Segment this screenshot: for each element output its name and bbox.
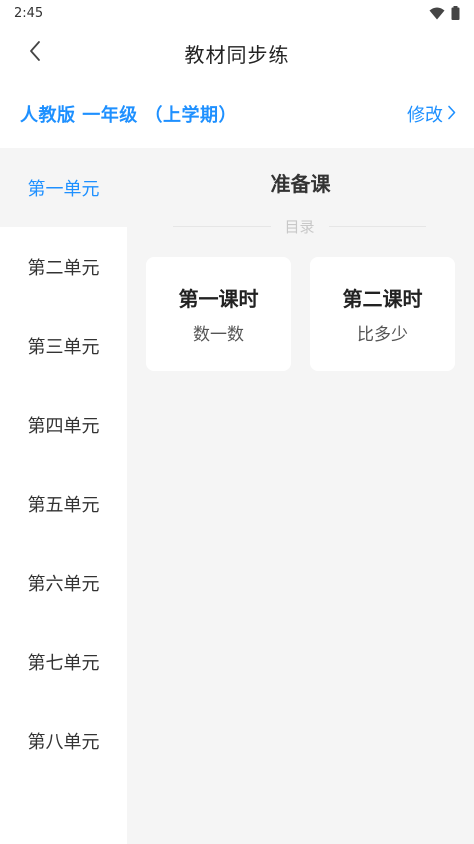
lesson-subtitle: 数一数	[193, 325, 244, 345]
sidebar-item-unit-2[interactable]: 第二单元	[0, 227, 127, 306]
lesson-title: 第二课时	[342, 287, 423, 311]
lesson-panel: 准备课 目录 第一课时 数一数 第二课时 比多少	[127, 148, 474, 844]
lesson-subtitle: 比多少	[357, 325, 408, 345]
sidebar-item-unit-6[interactable]: 第六单元	[0, 543, 127, 622]
chevron-left-icon	[28, 40, 42, 66]
lesson-card-2[interactable]: 第二课时 比多少	[310, 257, 455, 371]
toc-divider: 目录	[173, 216, 427, 236]
unit-label: 第二单元	[27, 257, 100, 279]
lesson-card-1[interactable]: 第一课时 数一数	[146, 257, 291, 371]
unit-label: 第三单元	[27, 336, 100, 358]
toc-label: 目录	[284, 217, 315, 236]
sidebar-item-unit-8[interactable]: 第八单元	[0, 701, 127, 780]
unit-label: 第一单元	[27, 178, 100, 200]
sidebar-item-unit-7[interactable]: 第七单元	[0, 622, 127, 701]
back-button[interactable]	[18, 36, 52, 70]
unit-label: 第四单元	[27, 415, 100, 437]
unit-label: 第八单元	[27, 731, 100, 753]
divider-line-left	[173, 225, 271, 227]
lesson-title: 第一课时	[178, 287, 259, 311]
status-time: 2:45	[14, 5, 44, 21]
status-icons	[429, 6, 460, 20]
battery-icon	[451, 6, 460, 20]
edit-button[interactable]: 修改	[407, 101, 456, 127]
sidebar-item-unit-1[interactable]: 第一单元	[0, 148, 127, 227]
status-bar: 2:45	[0, 0, 474, 26]
unit-label: 第七单元	[27, 652, 100, 674]
chevron-right-icon	[447, 104, 456, 125]
divider-line-right	[328, 225, 427, 227]
page-title: 教材同步练	[184, 42, 290, 67]
edit-label: 修改	[407, 105, 443, 126]
sidebar-item-unit-4[interactable]: 第四单元	[0, 385, 127, 464]
unit-label: 第五单元	[27, 494, 100, 516]
sidebar-item-unit-5[interactable]: 第五单元	[0, 464, 127, 543]
header: 教材同步练	[0, 26, 474, 80]
sidebar-item-unit-3[interactable]: 第三单元	[0, 306, 127, 385]
edition-row: 人教版 一年级 （上学期） 修改	[0, 80, 474, 148]
edition-label: 人教版 一年级 （上学期）	[20, 105, 238, 126]
wifi-icon	[429, 7, 445, 20]
section-title: 准备课	[270, 172, 331, 196]
unit-label: 第六单元	[27, 573, 100, 595]
unit-sidebar: 第一单元 第二单元 第三单元 第四单元 第五单元 第六单元 第七单元 第八单元	[0, 148, 127, 844]
